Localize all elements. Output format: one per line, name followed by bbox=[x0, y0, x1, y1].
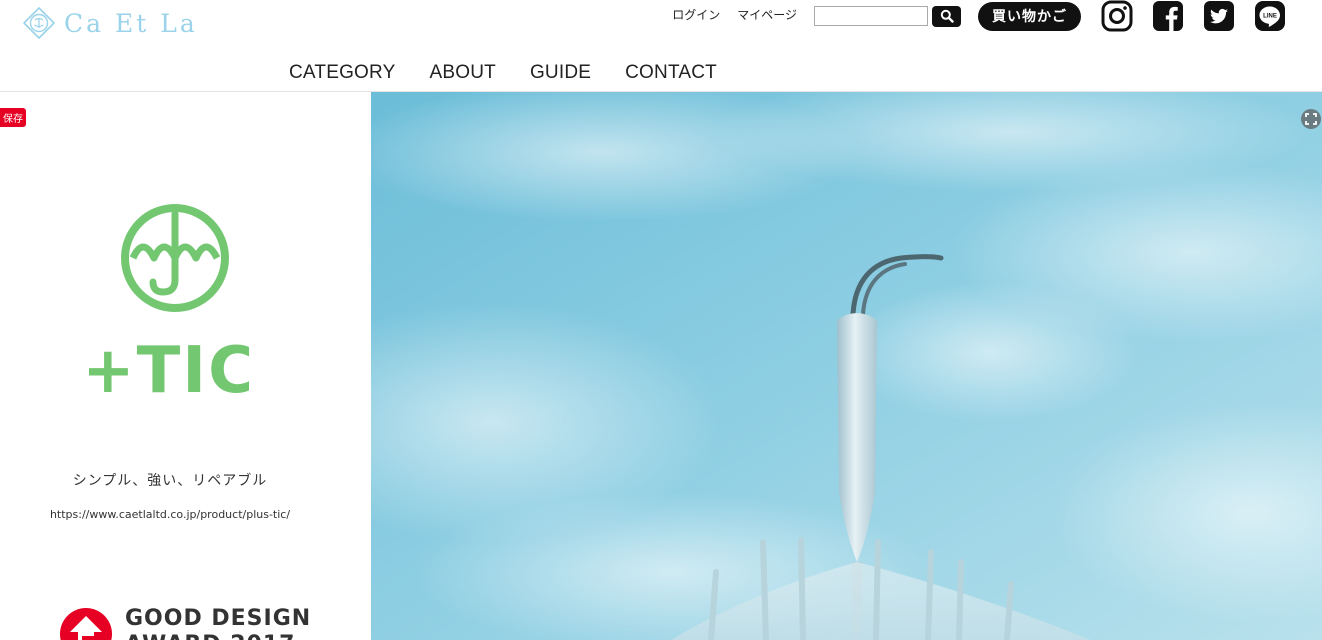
good-design-award-icon bbox=[60, 608, 112, 640]
mypage-link[interactable]: マイページ bbox=[737, 6, 797, 23]
nav-contact[interactable]: CONTACT bbox=[625, 62, 717, 84]
cart-button[interactable]: 買い物かご bbox=[978, 1, 1081, 31]
svg-text:LINE: LINE bbox=[1263, 14, 1277, 20]
award-title: GOOD DESIGN bbox=[125, 606, 312, 631]
hero-image bbox=[371, 92, 1322, 640]
site-logo-link[interactable]: Ca Et La bbox=[22, 6, 198, 40]
brand-text: +TIC bbox=[89, 334, 249, 400]
search-icon bbox=[940, 9, 954, 23]
expand-icon[interactable] bbox=[1300, 108, 1322, 130]
plus-tic-brand-logo: +TIC bbox=[89, 204, 249, 400]
login-link[interactable]: ログイン bbox=[672, 6, 720, 23]
pinterest-save-button[interactable]: 保存 bbox=[0, 108, 26, 127]
nav-about[interactable]: ABOUT bbox=[429, 62, 495, 84]
logo-mark-icon bbox=[23, 7, 55, 39]
page: Ca Et La ログイン マイページ 買い物かご LINE CATEGORY … bbox=[0, 0, 1322, 640]
utility-bar: ログイン マイページ 買い物かご LINE bbox=[672, 0, 1322, 32]
line-icon[interactable]: LINE bbox=[1254, 0, 1286, 32]
main-nav: CATEGORY ABOUT GUIDE CONTACT bbox=[289, 62, 717, 84]
search-input[interactable] bbox=[814, 6, 928, 26]
nav-category[interactable]: CATEGORY bbox=[289, 62, 395, 84]
site-header: Ca Et La ログイン マイページ 買い物かご LINE CATEGORY … bbox=[0, 0, 1322, 92]
search-button[interactable] bbox=[932, 5, 961, 27]
award-year: AWARD 2017 bbox=[125, 632, 295, 640]
product-intro-panel: 保存 +TIC シンプル、強い、リペアブル https://www.caetla… bbox=[0, 92, 371, 640]
product-tagline: シンプル、強い、リペアブル bbox=[72, 473, 268, 489]
facebook-icon[interactable] bbox=[1152, 0, 1184, 32]
instagram-icon[interactable] bbox=[1101, 0, 1133, 32]
logo-text: Ca Et La bbox=[64, 8, 198, 38]
hero-umbrella-photo bbox=[371, 92, 1322, 640]
product-url: https://www.caetlaltd.co.jp/product/plus… bbox=[49, 508, 291, 521]
nav-guide[interactable]: GUIDE bbox=[530, 62, 591, 84]
twitter-icon[interactable] bbox=[1203, 0, 1235, 32]
